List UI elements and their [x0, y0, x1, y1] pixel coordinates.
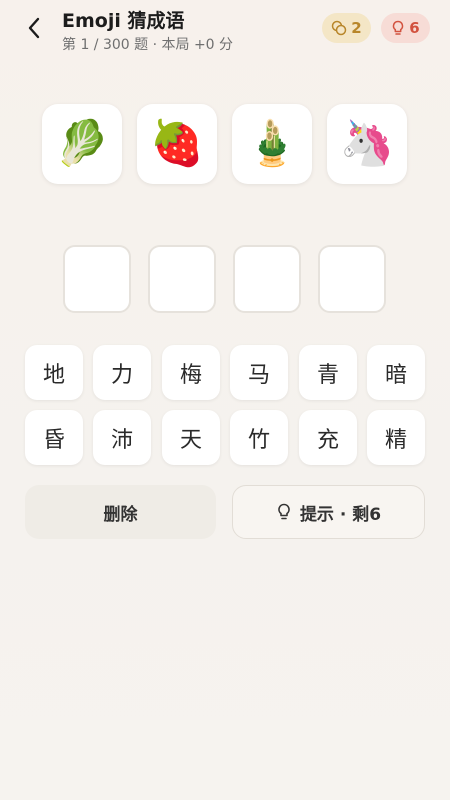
char-button[interactable]: 青	[299, 345, 357, 400]
hints-count: 6	[409, 19, 420, 37]
page-title: Emoji 猜成语	[62, 10, 185, 32]
char-button[interactable]: 地	[25, 345, 83, 400]
strawberry-emoji: 🍓	[149, 118, 205, 169]
char-button[interactable]: 精	[367, 410, 425, 465]
clue-tile: 🍓	[137, 104, 217, 184]
lettuce-emoji: 🥬	[54, 118, 110, 169]
delete-button-label: 删除	[103, 504, 138, 525]
clue-tile: 🎍	[232, 104, 312, 184]
char-button[interactable]: 充	[299, 410, 357, 465]
unicorn-emoji: 🦄	[339, 118, 395, 169]
answer-slot-2[interactable]	[148, 245, 216, 313]
chevron-left-icon	[28, 17, 40, 39]
char-button[interactable]: 力	[93, 345, 151, 400]
char-button[interactable]: 梅	[162, 345, 220, 400]
lightbulb-icon	[393, 20, 404, 35]
char-button[interactable]: 竹	[230, 410, 288, 465]
coins-count: 2	[351, 19, 362, 37]
clue-tile: 🥬	[42, 104, 122, 184]
hint-button[interactable]: 提示 · 剩6	[232, 485, 425, 539]
back-button[interactable]	[20, 14, 48, 42]
hints-badge[interactable]: 6	[381, 13, 430, 43]
char-button[interactable]: 昏	[25, 410, 83, 465]
char-button[interactable]: 马	[230, 345, 288, 400]
hint-button-label: 提示 · 剩6	[299, 504, 382, 525]
lightbulb-icon	[278, 503, 290, 520]
answer-slot-1[interactable]	[63, 245, 131, 313]
coins-icon	[332, 20, 347, 36]
game-screen: Emoji 猜成语 第 1 / 300 题 · 本局 +0 分 2 6 🥬 🍓 …	[0, 0, 450, 800]
progress-subtitle: 第 1 / 300 题 · 本局 +0 分	[62, 37, 234, 53]
char-button[interactable]: 沛	[93, 410, 151, 465]
header: Emoji 猜成语 第 1 / 300 题 · 本局 +0 分 2 6	[0, 0, 450, 64]
answer-slot-3[interactable]	[233, 245, 301, 313]
coins-badge[interactable]: 2	[322, 13, 371, 43]
delete-button[interactable]: 删除	[25, 485, 216, 539]
char-button[interactable]: 天	[162, 410, 220, 465]
pine-decoration-emoji: 🎍	[244, 118, 300, 169]
answer-slot-4[interactable]	[318, 245, 386, 313]
clue-tile: 🦄	[327, 104, 407, 184]
char-button[interactable]: 暗	[367, 345, 425, 400]
